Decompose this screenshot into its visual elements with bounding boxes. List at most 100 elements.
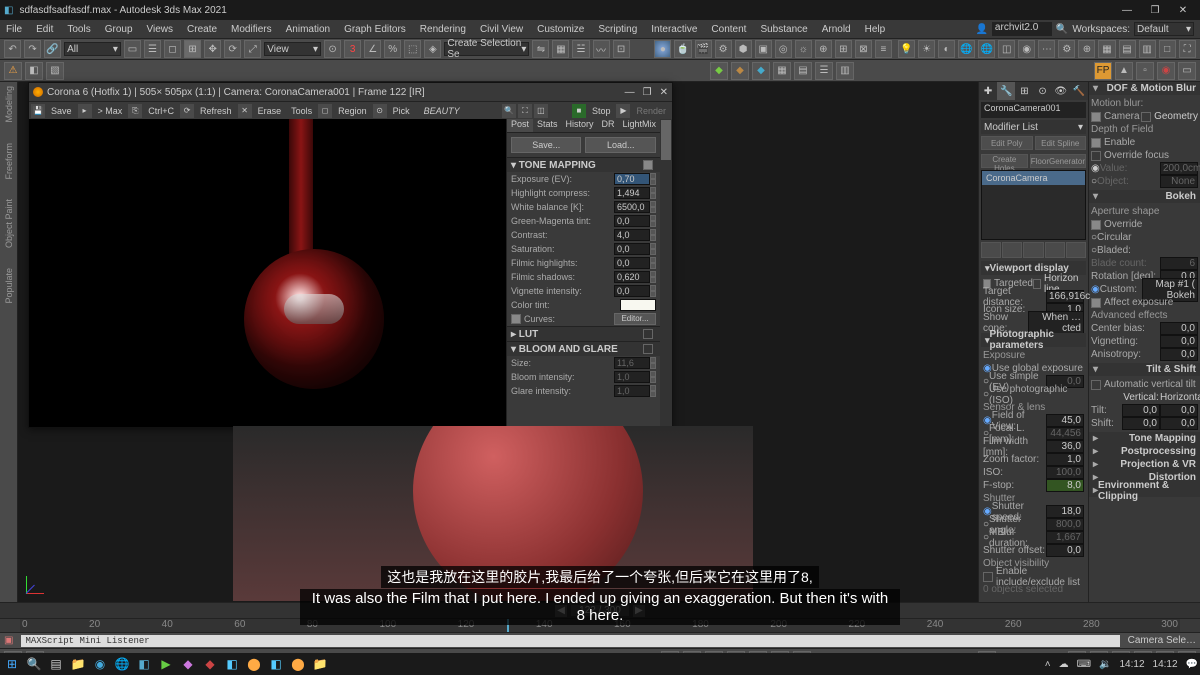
incexc-check[interactable]: [983, 572, 993, 582]
filmw-value[interactable]: 36,0: [1046, 440, 1084, 453]
corona-refresh-btn[interactable]: Refresh: [196, 106, 236, 116]
mb-camera-check[interactable]: [1091, 112, 1101, 122]
wb-spinner[interactable]: [650, 201, 656, 213]
t2-h[interactable]: ☰: [815, 62, 833, 80]
sun-button[interactable]: ☀: [918, 40, 935, 58]
glare-int-value[interactable]: 1,0: [614, 385, 650, 397]
highlight-value[interactable]: 1,494: [614, 187, 650, 199]
max-button[interactable]: ⛶: [1179, 40, 1196, 58]
corona-stop-btn[interactable]: Stop: [588, 106, 615, 116]
menu-rendering[interactable]: Rendering: [420, 24, 466, 35]
menu-interactive[interactable]: Interactive: [651, 24, 697, 35]
app-icon-1[interactable]: ◆: [178, 654, 198, 674]
corona-tools-btn[interactable]: Tools: [287, 106, 316, 116]
t2-d[interactable]: ◆: [731, 62, 749, 80]
tray-lang-icon[interactable]: ⌨: [1077, 659, 1091, 670]
menu-group[interactable]: Group: [105, 24, 133, 35]
maxscript-listener[interactable]: MAXScript Mini Listener: [21, 635, 1119, 647]
corona-ctrlc-btn[interactable]: Ctrl+C: [144, 106, 178, 116]
close-button[interactable]: ✕: [1170, 2, 1196, 18]
modstack-remove[interactable]: [1045, 242, 1065, 258]
rotate-button[interactable]: ⟳: [224, 40, 241, 58]
tray-net-icon[interactable]: 🔉: [1099, 659, 1111, 670]
modstack-show[interactable]: [1002, 242, 1022, 258]
menu-substance[interactable]: Substance: [760, 24, 807, 35]
align-button[interactable]: ▦: [552, 40, 569, 58]
viewport[interactable]: Corona 6 (Hotfix 1) | 505× 505px (1:1) |…: [18, 82, 978, 602]
edge-icon[interactable]: ◉: [90, 654, 110, 674]
folder-icon[interactable]: 📁: [310, 654, 330, 674]
dof-enable-check[interactable]: [1091, 138, 1101, 148]
plus-button[interactable]: ⊕: [1078, 40, 1095, 58]
menu-modifiers[interactable]: Modifiers: [231, 24, 272, 35]
search-taskbar-icon[interactable]: 🔍: [24, 654, 44, 674]
t2-l[interactable]: ◉: [1157, 62, 1175, 80]
vig-value[interactable]: 0,0: [614, 285, 650, 297]
t2-g[interactable]: ▤: [794, 62, 812, 80]
render-setup-button[interactable]: 🍵: [674, 40, 691, 58]
mod-createholes-btn[interactable]: Create Holes: [981, 154, 1028, 168]
corona-tab-post[interactable]: Post: [507, 119, 533, 132]
targetdist-value[interactable]: 166,916c: [1046, 290, 1084, 303]
tool-e[interactable]: ☼: [795, 40, 812, 58]
corona-sec-tonemapping[interactable]: TONE MAPPING: [519, 160, 596, 171]
more-button[interactable]: ⋯: [1038, 40, 1055, 58]
corona-lut-enable[interactable]: [643, 329, 653, 339]
tool-a[interactable]: ⚙: [715, 40, 732, 58]
tool-g[interactable]: ⊞: [835, 40, 852, 58]
prop-tonemapping[interactable]: ▸Tone Mapping: [1089, 432, 1200, 445]
menu-views[interactable]: Views: [147, 24, 174, 35]
t2-m[interactable]: ▭: [1178, 62, 1196, 80]
mod-editspline-btn[interactable]: Edit Spline: [1035, 136, 1087, 150]
gm-value[interactable]: 0,0: [614, 215, 650, 227]
3dsmax-icon[interactable]: ◧: [134, 654, 154, 674]
tray-up-icon[interactable]: ˄: [1045, 659, 1051, 670]
prop-envclip[interactable]: ▸Environment & Clipping: [1089, 484, 1200, 497]
menu-civilview[interactable]: Civil View: [480, 24, 523, 35]
render-frame-button[interactable]: 🎬: [695, 40, 712, 58]
menu-create[interactable]: Create: [187, 24, 217, 35]
percent-snap-button[interactable]: %: [384, 40, 401, 58]
tool-i[interactable]: ≡: [875, 40, 892, 58]
fsh-spinner[interactable]: [650, 271, 656, 283]
named-selection-set[interactable]: Create Selection Se▾: [444, 42, 529, 56]
vig-spinner[interactable]: [650, 285, 656, 297]
tool-h[interactable]: ⊠: [855, 40, 872, 58]
highlight-spinner[interactable]: [650, 187, 656, 199]
refcoord-dropdown[interactable]: View▾: [264, 42, 321, 56]
curves-check[interactable]: [511, 314, 521, 324]
grid-button[interactable]: ▦: [1098, 40, 1115, 58]
modifier-stack[interactable]: CoronaCamera: [981, 170, 1086, 240]
corona-stop-icon[interactable]: ■: [572, 104, 586, 118]
menu-tools[interactable]: Tools: [67, 24, 90, 35]
autovert-check[interactable]: [1091, 380, 1101, 390]
prop-projection[interactable]: ▸Projection & VR: [1089, 458, 1200, 471]
layers-button[interactable]: ☱: [572, 40, 589, 58]
spinner-snap-button[interactable]: ⬚: [404, 40, 421, 58]
corona-1to1-icon[interactable]: ◫: [534, 104, 548, 118]
menu-edit[interactable]: Edit: [36, 24, 53, 35]
angle-snap-button[interactable]: ∠: [364, 40, 381, 58]
user-name[interactable]: archvit2.0: [992, 22, 1052, 36]
globe2-button[interactable]: 🌐: [978, 40, 995, 58]
corona-render-view[interactable]: [29, 119, 506, 427]
menu-file[interactable]: File: [6, 24, 22, 35]
modstack-unique[interactable]: [1023, 242, 1043, 258]
app-icon-6[interactable]: ⬤: [288, 654, 308, 674]
app-icon-4[interactable]: ⬤: [244, 654, 264, 674]
corona-max-icon[interactable]: ▸: [78, 104, 92, 118]
corona-save-btn[interactable]: Save: [47, 106, 76, 116]
corona-zoom-icon[interactable]: 🔍: [502, 104, 516, 118]
app-icon-3[interactable]: ◧: [222, 654, 242, 674]
tab-populate[interactable]: Populate: [4, 268, 14, 304]
tool-f[interactable]: ⊕: [815, 40, 832, 58]
prop-postprocessing[interactable]: ▸Postprocessing: [1089, 445, 1200, 458]
corona-load-preset[interactable]: Load...: [585, 137, 656, 153]
corona-render-btn[interactable]: Render: [632, 106, 670, 116]
bloom-int-value[interactable]: 1,0: [614, 371, 650, 383]
t2-i[interactable]: ▥: [836, 62, 854, 80]
t2-b[interactable]: ▧: [46, 62, 64, 80]
app-icon-5[interactable]: ◧: [266, 654, 286, 674]
settings-button[interactable]: ⚙: [1058, 40, 1075, 58]
tab-objectpaint[interactable]: Object Paint: [4, 199, 14, 248]
